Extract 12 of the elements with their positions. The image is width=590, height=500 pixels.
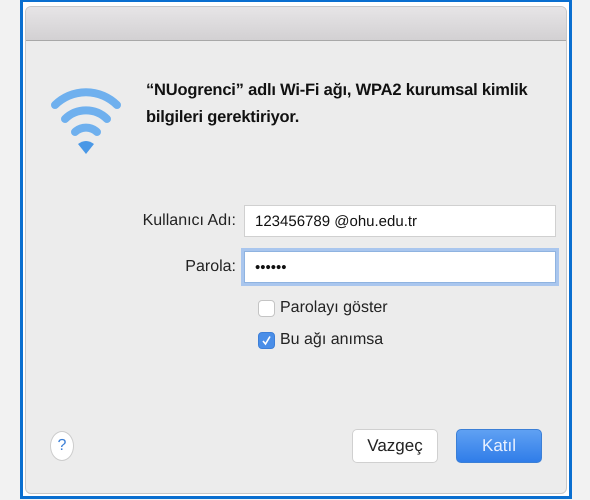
field-label: Parola: <box>184 258 236 276</box>
checkbox-label: Bu ağı anımsa <box>280 331 384 349</box>
cancel-button[interactable]: Vazgeç <box>352 429 438 463</box>
input-field[interactable]: •••••• <box>244 251 556 283</box>
input-field[interactable]: 123456789 @ohu.edu.tr <box>244 205 556 237</box>
checkbox[interactable] <box>258 332 275 348</box>
dialog-message: “NUogrenci” adlı Wi-Fi ağı, WPA2 kurumsal kimlik bilgileri gerektiriyor. <box>146 80 528 128</box>
checkmark-icon <box>261 334 272 346</box>
checkbox[interactable] <box>258 300 275 316</box>
help-button[interactable]: ? <box>50 431 74 461</box>
field-label: Kullanıcı Adı: <box>142 212 236 230</box>
checkbox-label: Parolayı göster <box>280 299 388 317</box>
